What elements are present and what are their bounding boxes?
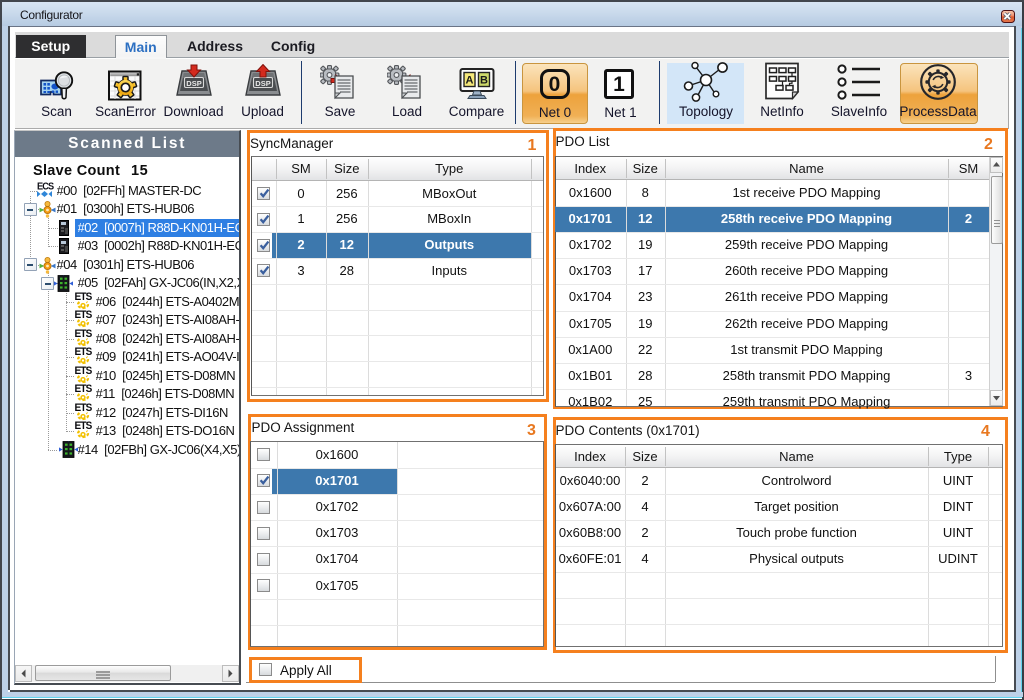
svg-text:DSP: DSP [186,79,201,88]
svg-text:DSP: DSP [255,79,270,88]
svg-text:B: B [480,74,488,86]
svg-text:A: A [465,74,473,86]
